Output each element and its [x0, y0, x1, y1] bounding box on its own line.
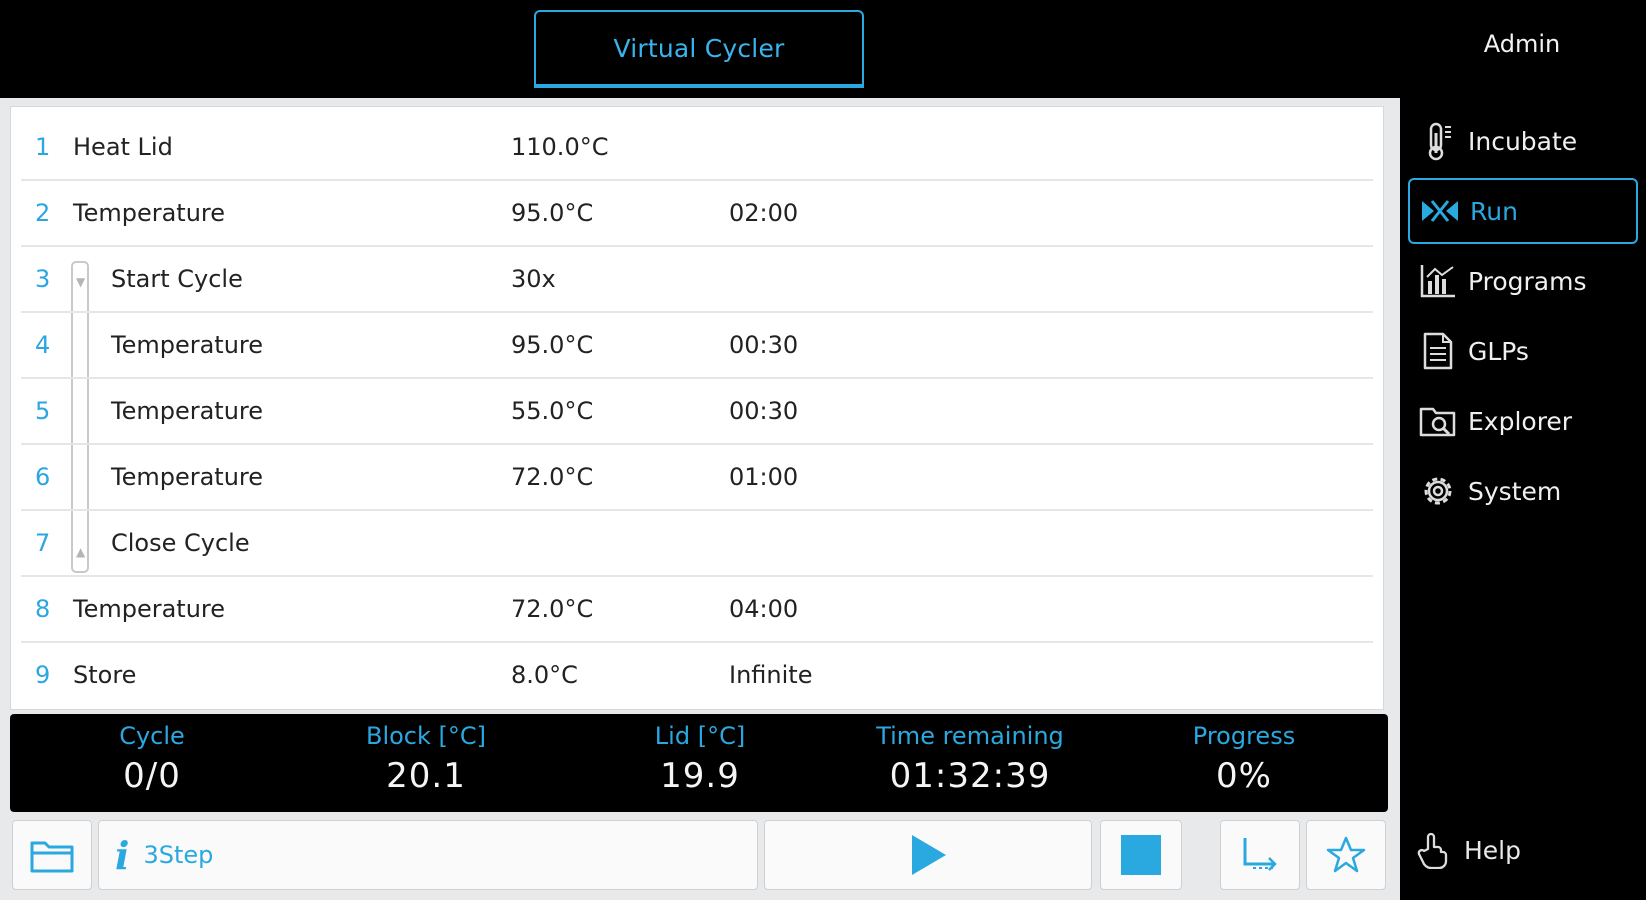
program-info-button[interactable]: i 3Step: [98, 820, 758, 890]
step-number: 6: [35, 463, 51, 491]
program-name: 3Step: [143, 841, 214, 869]
favorite-button[interactable]: [1306, 820, 1386, 890]
stat-value: 01:32:39: [889, 756, 1051, 796]
step-value: 55.0°C: [511, 397, 594, 425]
step-value: 110.0°C: [511, 133, 609, 161]
graph-view-button[interactable]: [1220, 820, 1300, 890]
step-time: 00:30: [729, 331, 799, 359]
folder-icon: [30, 841, 74, 873]
step-number: 3: [35, 265, 51, 293]
star-icon: [1326, 836, 1366, 873]
stop-run-button[interactable]: [1100, 820, 1182, 890]
axis-graph-icon: [1243, 838, 1277, 871]
step-name: Temperature: [73, 199, 226, 227]
sidebar-nav: Incubate Run Programs GLPs Explorer Syst…: [1400, 98, 1646, 900]
step-value: 72.0°C: [511, 463, 594, 491]
stat-block-temp: Block [°C] 20.1: [316, 722, 536, 796]
step-number: 9: [35, 661, 51, 689]
stat-value: 19.9: [660, 756, 740, 796]
gear-icon: [1418, 471, 1458, 511]
sidebar-item-glps[interactable]: GLPs: [1408, 318, 1638, 384]
sidebar-item-label: Run: [1470, 196, 1518, 226]
stat-label: Cycle: [119, 722, 185, 750]
step-time: Infinite: [729, 661, 813, 689]
stat-label: Progress: [1192, 722, 1296, 750]
step-name: Temperature: [111, 463, 264, 491]
step-row[interactable]: 7 Close Cycle: [21, 511, 1373, 577]
stat-value: 0/0: [123, 756, 181, 796]
stat-progress: Progress 0%: [1134, 722, 1354, 796]
top-bar: Virtual Cycler Admin: [0, 0, 1646, 98]
step-number: 2: [35, 199, 51, 227]
step-row[interactable]: 4 Temperature 95.0°C 00:30: [21, 313, 1373, 379]
programs-chart-icon: [1418, 261, 1458, 301]
bottom-toolbar: i 3Step: [0, 820, 1400, 900]
sidebar-item-run[interactable]: Run: [1408, 178, 1638, 244]
play-icon: [912, 835, 946, 875]
stat-time-remaining: Time remaining 01:32:39: [860, 722, 1080, 796]
stat-lid-temp: Lid [°C] 19.9: [590, 722, 810, 796]
stat-label: Time remaining: [876, 722, 1064, 750]
step-name: Temperature: [111, 331, 264, 359]
step-time: 04:00: [729, 595, 799, 623]
step-value: 95.0°C: [511, 199, 594, 227]
step-value: 72.0°C: [511, 595, 594, 623]
step-time: 02:00: [729, 199, 799, 227]
sidebar-item-label: Incubate: [1468, 126, 1578, 156]
info-icon: i: [115, 832, 130, 878]
step-name: Temperature: [73, 595, 226, 623]
sidebar-item-explorer[interactable]: Explorer: [1408, 388, 1638, 454]
step-name: Temperature: [111, 397, 264, 425]
step-name: Heat Lid: [73, 133, 173, 161]
step-row[interactable]: 5 Temperature 55.0°C 00:30: [21, 379, 1373, 445]
document-icon: [1418, 331, 1458, 371]
start-run-button[interactable]: [764, 820, 1092, 890]
sidebar-item-label: System: [1468, 476, 1562, 506]
sidebar-item-incubate[interactable]: Incubate: [1408, 108, 1638, 174]
step-row[interactable]: 3 Start Cycle 30x: [21, 247, 1373, 313]
step-value: 30x: [511, 265, 556, 293]
step-number: 4: [35, 331, 51, 359]
step-name: Store: [73, 661, 137, 689]
step-row[interactable]: 2 Temperature 95.0°C 02:00: [21, 181, 1373, 247]
step-number: 8: [35, 595, 51, 623]
step-number: 7: [35, 529, 51, 557]
folder-search-icon: [1418, 401, 1458, 441]
stat-cycle: Cycle 0/0: [42, 722, 262, 796]
sidebar-item-programs[interactable]: Programs: [1408, 248, 1638, 314]
main-panel: ▼ ▲ 1 Heat Lid 110.0°C 2 Temperature 95.…: [0, 98, 1400, 900]
hand-pointer-icon: [1414, 830, 1454, 870]
step-value: 8.0°C: [511, 661, 578, 689]
step-number: 5: [35, 397, 51, 425]
sidebar-item-label: Explorer: [1468, 406, 1573, 436]
step-row[interactable]: 1 Heat Lid 110.0°C: [21, 115, 1373, 181]
run-status-bar: Cycle 0/0 Block [°C] 20.1 Lid [°C] 19.9 …: [10, 714, 1388, 812]
stat-label: Block [°C]: [365, 722, 487, 750]
step-name: Close Cycle: [111, 529, 250, 557]
sidebar-item-system[interactable]: System: [1408, 458, 1638, 524]
run-icon: [1420, 191, 1460, 231]
step-name: Start Cycle: [111, 265, 243, 293]
stat-value: 0%: [1216, 756, 1272, 796]
step-time: 01:00: [729, 463, 799, 491]
step-time: 00:30: [729, 397, 799, 425]
sidebar-item-label: Programs: [1468, 266, 1587, 296]
help-label: Help: [1464, 835, 1521, 865]
step-number: 1: [35, 133, 51, 161]
step-row[interactable]: 6 Temperature 72.0°C 01:00: [21, 445, 1373, 511]
step-row[interactable]: 9 Store 8.0°C Infinite: [21, 643, 1373, 709]
thermometer-icon: [1418, 121, 1458, 161]
stat-value: 20.1: [386, 756, 466, 796]
tab-virtual-cycler[interactable]: Virtual Cycler: [534, 10, 864, 88]
open-folder-button[interactable]: [12, 820, 92, 890]
program-step-list[interactable]: ▼ ▲ 1 Heat Lid 110.0°C 2 Temperature 95.…: [10, 106, 1384, 710]
stop-icon: [1121, 835, 1161, 875]
step-value: 95.0°C: [511, 331, 594, 359]
user-name[interactable]: Admin: [1440, 30, 1604, 58]
stat-label: Lid [°C]: [654, 722, 746, 750]
step-row[interactable]: 8 Temperature 72.0°C 04:00: [21, 577, 1373, 643]
sidebar-item-label: GLPs: [1468, 336, 1529, 366]
help-button[interactable]: Help: [1414, 830, 1521, 870]
